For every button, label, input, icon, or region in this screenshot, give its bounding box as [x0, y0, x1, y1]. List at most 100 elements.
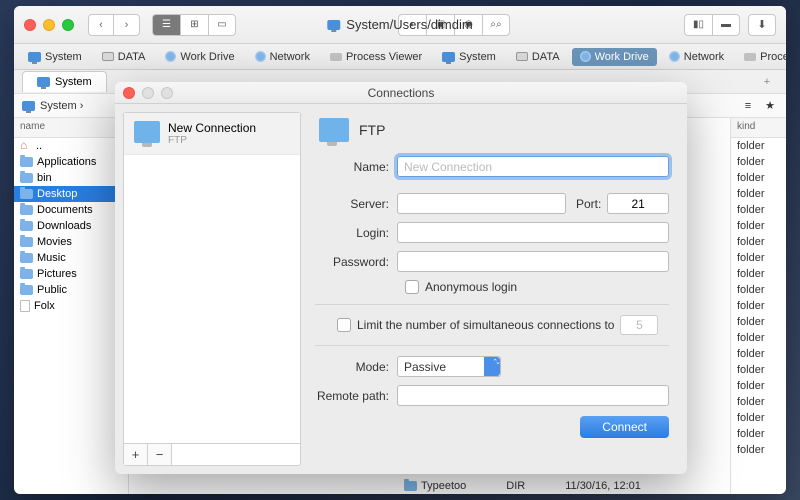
label-login: Login: — [315, 226, 397, 240]
home-icon — [20, 141, 32, 151]
modal-title: Connections — [368, 86, 435, 100]
modal-close-icon[interactable] — [123, 87, 135, 99]
server-input[interactable] — [397, 193, 566, 214]
form-header: FTP — [359, 122, 385, 138]
limit-checkbox[interactable] — [337, 318, 351, 332]
file-row[interactable]: Downloads — [14, 218, 128, 234]
bottom-row: Typeetoo DIR 11/30/16, 12:01 — [404, 480, 641, 492]
connections-list: New Connection FTP + − — [123, 112, 301, 466]
port-input[interactable] — [607, 193, 669, 214]
location-tab[interactable]: DATA — [94, 48, 154, 66]
path-text: System › — [40, 100, 83, 112]
location-tab[interactable]: System — [434, 48, 504, 66]
pane-left-button[interactable]: ▮▯ — [684, 14, 712, 36]
close-icon[interactable] — [24, 19, 36, 31]
remove-connection-button[interactable]: − — [148, 444, 172, 465]
kind-cell: folder — [731, 282, 786, 298]
location-tab[interactable]: System — [20, 48, 90, 66]
name-input[interactable] — [397, 156, 669, 177]
pane-dual-button[interactable]: ▬ — [712, 14, 740, 36]
drive-icon — [516, 52, 528, 61]
view-icons-button[interactable]: ⊞ — [180, 14, 208, 36]
location-tab[interactable]: Work Drive — [157, 48, 242, 66]
folder-icon — [20, 253, 33, 263]
kind-cell: folder — [731, 330, 786, 346]
minimize-icon[interactable] — [43, 19, 55, 31]
forward-button[interactable]: › — [114, 14, 140, 36]
folder-icon — [20, 157, 33, 167]
back-button[interactable]: ‹ — [88, 14, 114, 36]
list-footer: + − — [124, 443, 300, 465]
location-tab[interactable]: Network — [247, 48, 318, 66]
label-port: Port: — [566, 197, 607, 211]
location-tab[interactable]: Process Viewer — [322, 48, 430, 66]
mode-select[interactable]: Passive — [397, 356, 501, 377]
file-row[interactable]: Movies — [14, 234, 128, 250]
file-row[interactable]: Public — [14, 282, 128, 298]
connection-type: FTP — [168, 135, 256, 146]
monitor-icon — [22, 101, 35, 111]
system-icon — [327, 20, 340, 30]
kind-cell: folder — [731, 442, 786, 458]
net-icon — [255, 51, 266, 62]
kind-cell: folder — [731, 250, 786, 266]
location-tab[interactable]: Network — [661, 48, 732, 66]
folder-icon — [20, 221, 33, 231]
monitor-icon — [28, 52, 41, 62]
kind-cell: folder — [731, 362, 786, 378]
kind-cell: folder — [731, 266, 786, 282]
folder-icon — [20, 189, 33, 199]
file-row[interactable]: .. — [14, 138, 128, 154]
file-row[interactable]: bin — [14, 170, 128, 186]
hamburger-icon[interactable]: ≡ — [740, 99, 756, 113]
kind-cell: folder — [731, 394, 786, 410]
login-input[interactable] — [397, 222, 669, 243]
folder-icon — [20, 237, 33, 247]
location-tabbar: SystemDATAWork DriveNetworkProcess Viewe… — [14, 44, 786, 70]
file-row[interactable]: Folx — [14, 298, 128, 314]
remote-path-input[interactable] — [397, 385, 669, 406]
bottom-kind: DIR — [506, 480, 525, 492]
proc-icon — [744, 53, 756, 61]
col-header-kind[interactable]: kind — [731, 118, 786, 138]
kind-cell: folder — [731, 314, 786, 330]
file-row[interactable]: Documents — [14, 202, 128, 218]
view-list-button[interactable]: ☰ — [152, 14, 180, 36]
label-anonymous: Anonymous login — [425, 280, 517, 294]
location-tab[interactable]: Process Viewer — [736, 48, 786, 66]
view-gallery-button[interactable]: ▭ — [208, 14, 236, 36]
file-row[interactable]: Pictures — [14, 266, 128, 282]
file-row[interactable]: Applications — [14, 154, 128, 170]
ftp-icon — [134, 121, 160, 143]
file-list: ..ApplicationsbinDesktopDocumentsDownloa… — [14, 138, 128, 314]
limit-input[interactable] — [620, 315, 658, 335]
password-input[interactable] — [397, 251, 669, 272]
download-button[interactable]: ⬇ — [748, 14, 776, 36]
star-icon[interactable]: ★ — [762, 99, 778, 113]
kind-cell: folder — [731, 378, 786, 394]
kind-cell: folder — [731, 202, 786, 218]
kind-cell: folder — [731, 346, 786, 362]
col-header-name[interactable]: name — [14, 118, 128, 138]
kind-cell: folder — [731, 186, 786, 202]
anonymous-checkbox[interactable] — [405, 280, 419, 294]
file-icon — [20, 300, 30, 312]
tab-label: System — [55, 76, 92, 88]
kind-cell: folder — [731, 410, 786, 426]
connection-item[interactable]: New Connection FTP — [124, 113, 300, 155]
location-tab[interactable]: Work Drive — [572, 48, 657, 66]
tab-system[interactable]: System — [22, 71, 107, 92]
connection-form: FTP Name: Server: Port: Login: Password: — [301, 104, 687, 474]
connection-name: New Connection — [168, 121, 256, 135]
search-button[interactable]: ⌕⌕ — [482, 14, 510, 36]
kind-cell: folder — [731, 218, 786, 234]
location-tab[interactable]: DATA — [508, 48, 568, 66]
label-server: Server: — [315, 197, 397, 211]
file-row[interactable]: Desktop — [14, 186, 128, 202]
new-tab-button[interactable]: + — [756, 76, 778, 88]
file-row[interactable]: Music — [14, 250, 128, 266]
connect-button[interactable]: Connect — [580, 416, 669, 438]
toolbar-right: ▮▯ ▬ ⬇ — [672, 14, 776, 36]
add-connection-button[interactable]: + — [124, 444, 148, 465]
zoom-icon[interactable] — [62, 19, 74, 31]
